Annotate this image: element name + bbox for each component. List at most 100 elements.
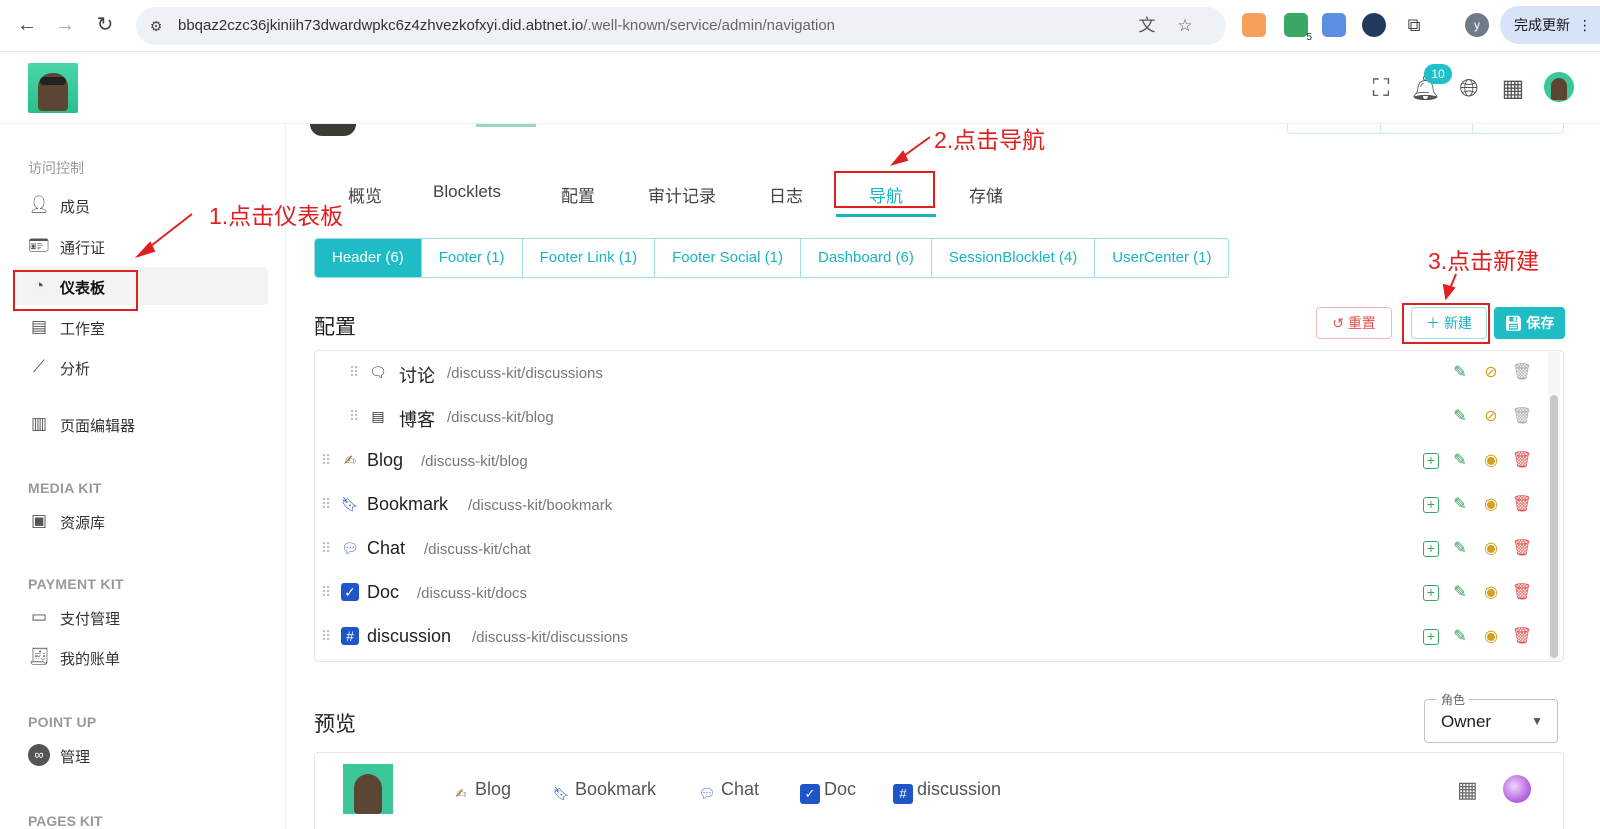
trash-icon[interactable]: 🗑︎ [1511,582,1533,604]
sidebar-group-point-up: POINT UP [28,714,97,730]
eye-off-icon[interactable]: ⊘ [1480,406,1502,428]
sidebar-item-page-editor[interactable]: ▥ 页面编辑器 [14,405,268,443]
add-child-icon[interactable]: + [1423,585,1439,601]
check-extension-icon[interactable] [1362,13,1386,37]
reload-icon[interactable]: ↻ [92,12,118,38]
site-settings-icon[interactable]: ⚙ [146,16,166,36]
list-item[interactable]: ⠿ # discussion /discuss-kit/discussions … [315,615,1545,659]
preview-nav-discussion[interactable]: # discussion [893,779,1001,804]
edit-icon[interactable]: ✎ [1449,538,1471,560]
trash-icon[interactable]: 🗑︎ [1511,362,1533,384]
trash-icon[interactable]: 🗑︎ [1511,538,1533,560]
save-button[interactable]: 💾︎ 保存 [1494,307,1565,339]
trash-icon[interactable]: 🗑︎ [1511,494,1533,516]
list-item[interactable]: ⠿ 🔖︎ Bookmark /discuss-kit/bookmark + ✎ … [315,483,1545,527]
segment-footer-link[interactable]: Footer Link (1) [523,239,656,277]
list-item[interactable]: ⠿ 💬︎ Chat /discuss-kit/chat + ✎ ◉ 🗑︎ [315,527,1545,571]
trash-icon[interactable]: 🗑︎ [1511,626,1533,648]
metamask-extension-icon[interactable] [1242,13,1266,37]
extension-icon[interactable]: 5 [1284,13,1312,43]
fullscreen-icon[interactable]: ⛶ [1366,74,1396,104]
edit-icon[interactable]: ✎ [1449,450,1471,472]
sidebar-item-label: 支付管理 [60,611,121,628]
preview-nav-bookmark[interactable]: 🔖︎ Bookmark [551,779,656,804]
list-item[interactable]: ⠿ 🗨︎ 讨论 /discuss-kit/discussions ✎ ⊘ 🗑︎ [315,351,1545,395]
preview-nav-blog[interactable]: ✍ Blog [451,779,511,804]
edit-icon[interactable]: ✎ [1449,406,1471,428]
edit-icon[interactable]: ✎ [1449,362,1471,384]
globe-icon[interactable]: 🌐︎ [1454,74,1484,104]
eye-icon[interactable]: ◉ [1480,538,1502,560]
sidebar-item-media-library[interactable]: ▣ 资源库 [14,502,268,540]
apps-grid-icon[interactable]: ▦ [1457,777,1478,803]
drag-handle-icon[interactable]: ⠿ [321,584,331,601]
newspaper-icon: ▤ [371,408,385,424]
drag-handle-icon[interactable]: ⠿ [321,540,331,557]
tab-audit-log[interactable]: 审计记录 [648,182,716,207]
add-child-icon[interactable]: + [1423,629,1439,645]
add-child-icon[interactable]: + [1423,497,1439,513]
preview-user-avatar[interactable] [1503,775,1531,803]
eye-icon[interactable]: ◉ [1480,582,1502,604]
eye-icon[interactable]: ◉ [1480,450,1502,472]
translate-icon[interactable]: 文 [1136,15,1158,37]
eye-off-icon[interactable]: ⊘ [1480,362,1502,384]
sidebar-item-point-manage[interactable]: ∞ 管理 [14,736,268,774]
update-button[interactable]: 完成更新 ⋮ [1500,6,1600,44]
segment-dashboard[interactable]: Dashboard (6) [801,239,932,277]
app-logo[interactable] [28,63,78,113]
list-scrollbar-thumb[interactable] [1550,395,1558,658]
add-child-icon[interactable]: + [1423,541,1439,557]
edit-icon[interactable]: ✎ [1449,626,1471,648]
preview-nav-doc[interactable]: ✓ Doc [800,779,856,804]
segment-footer[interactable]: Footer (1) [422,239,523,277]
action-buttons-peek [1287,124,1564,134]
annotation-box-navigation [834,171,935,208]
drag-handle-icon[interactable]: ⠿ [349,408,359,425]
edit-icon[interactable]: ✎ [1449,582,1471,604]
segment-header[interactable]: Header (6) [315,239,422,277]
drag-handle-icon[interactable]: ⠿ [349,364,359,381]
tab-logs[interactable]: 日志 [769,182,803,207]
add-child-icon[interactable]: + [1423,453,1439,469]
user-avatar[interactable] [1544,72,1574,102]
edit-icon[interactable]: ✎ [1449,494,1471,516]
save-label: 保存 [1526,315,1555,331]
segment-footer-social[interactable]: Footer Social (1) [655,239,801,277]
sidebar-item-studio[interactable]: ▤ 工作室 [14,308,268,346]
profile-avatar[interactable]: y [1465,13,1489,37]
eye-icon[interactable]: ◉ [1480,494,1502,516]
sidebar-item-payment-manage[interactable]: ▭ 支付管理 [14,598,268,636]
forward-icon[interactable]: → [52,12,78,38]
sidebar-item-my-bills[interactable]: 🧾︎ 我的账单 [14,638,268,676]
trash-icon[interactable]: 🗑︎ [1511,406,1533,428]
list-item[interactable]: ⠿ ✍ Blog /discuss-kit/blog + ✎ ◉ 🗑︎ [315,439,1545,483]
segment-session-blocklet[interactable]: SessionBlocklet (4) [932,239,1096,277]
star-icon[interactable]: ☆ [1174,15,1196,37]
drag-handle-icon[interactable]: ⠿ [321,496,331,513]
screenshot-extension-icon[interactable] [1322,13,1346,37]
segment-user-center[interactable]: UserCenter (1) [1095,239,1228,277]
drag-handle-icon[interactable]: ⠿ [321,628,331,645]
tab-blocklets[interactable]: Blocklets [433,182,501,202]
back-icon[interactable]: ← [14,12,40,38]
sidebar-item-passports[interactable]: 🪪︎ 通行证 [14,227,268,265]
list-item[interactable]: ⠿ ▤ 博客 /discuss-kit/blog ✎ ⊘ 🗑︎ [315,395,1545,439]
tab-config[interactable]: 配置 [561,182,595,207]
address-bar[interactable]: ⚙ bbqaz2czc36jkiniih73dwardwpkc6z4zhvezk… [136,7,1226,45]
drag-handle-icon[interactable]: ⠿ [321,452,331,469]
list-item[interactable]: ⠿ ✓ Doc /discuss-kit/docs + ✎ ◉ 🗑︎ [315,571,1545,615]
badge-icon: 🪪︎ [28,236,50,255]
reset-button[interactable]: ↺ 重置 [1316,307,1392,339]
url-text[interactable]: bbqaz2czc36jkiniih73dwardwpkc6z4zhvezkof… [178,17,835,34]
trash-icon[interactable]: 🗑︎ [1511,450,1533,472]
tab-storage[interactable]: 存储 [969,182,1003,207]
extensions-puzzle-icon[interactable]: ⧉ [1402,13,1426,37]
role-select[interactable]: 角色 Owner ▼ [1424,691,1558,743]
hashtag-icon: # [893,784,913,804]
sidebar-item-analytics[interactable]: ⟋ 分析 [14,348,268,386]
eye-icon[interactable]: ◉ [1480,626,1502,648]
preview-nav-chat[interactable]: 💬︎ Chat [697,779,759,804]
tab-overview[interactable]: 概览 [348,182,382,207]
apps-grid-icon[interactable]: ▦ [1498,74,1528,104]
